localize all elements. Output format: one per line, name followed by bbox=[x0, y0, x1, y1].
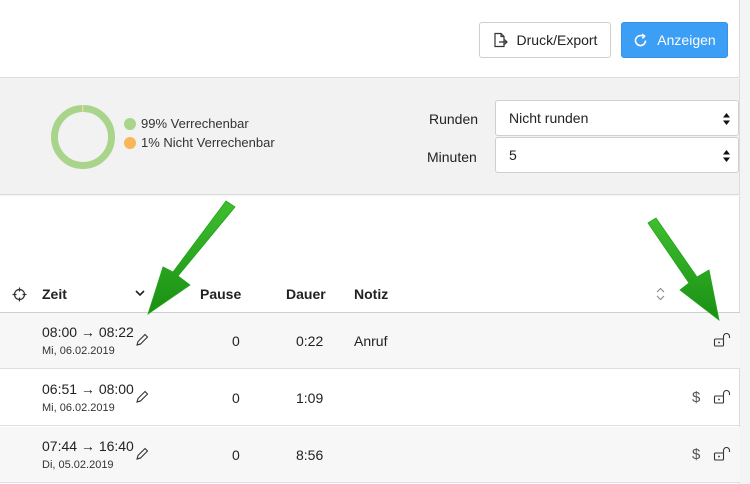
column-header-notiz[interactable]: Notiz bbox=[354, 286, 388, 302]
minutes-select-value: 5 bbox=[509, 147, 517, 163]
legend-label-non-billable: 1% Nicht Verrechenbar bbox=[141, 135, 275, 150]
column-header-dauer[interactable]: Dauer bbox=[286, 286, 326, 302]
toolbar: Druck/Export Anzeigen bbox=[0, 0, 740, 78]
rounding-select[interactable]: Nicht runden bbox=[495, 100, 739, 136]
legend-item-billable: 99% Verrechenbar bbox=[124, 116, 249, 131]
column-header-pause[interactable]: Pause bbox=[200, 286, 241, 302]
unlock-icon[interactable] bbox=[713, 333, 731, 347]
crosshair-icon[interactable] bbox=[12, 287, 27, 302]
export-button-label: Druck/Export bbox=[516, 32, 598, 48]
legend-dot-non-billable bbox=[124, 136, 136, 149]
minutes-select[interactable]: 5 bbox=[495, 137, 739, 173]
duration-value: 8:56 bbox=[296, 447, 324, 463]
note-value: Anruf bbox=[354, 333, 388, 349]
export-button[interactable]: Druck/Export bbox=[479, 22, 611, 58]
dollar-icon[interactable]: $ bbox=[692, 389, 700, 406]
select-arrows-icon bbox=[723, 113, 730, 125]
entry-date: Di, 05.02.2019 bbox=[42, 459, 114, 471]
time-range: 06:51 → 08:00 bbox=[42, 381, 134, 397]
column-header-zeit[interactable]: Zeit bbox=[42, 286, 67, 302]
dollar-icon[interactable]: $ bbox=[692, 446, 700, 463]
duration-value: 0:22 bbox=[296, 333, 324, 349]
select-arrows-icon bbox=[723, 150, 730, 162]
pause-value: 0 bbox=[232, 447, 240, 463]
table-row[interactable]: 07:44 → 16:40 Di, 05.02.2019 0 8:56 $ bbox=[0, 427, 740, 483]
legend-item-non-billable: 1% Nicht Verrechenbar bbox=[124, 135, 275, 150]
summary-panel: 99% Verrechenbar 1% Nicht Verrechenbar R… bbox=[0, 79, 740, 195]
entry-date: Mi, 06.02.2019 bbox=[42, 402, 115, 414]
sort-icon[interactable] bbox=[656, 286, 665, 302]
export-icon bbox=[493, 32, 508, 48]
rounding-label: Runden bbox=[429, 111, 479, 127]
pencil-icon[interactable] bbox=[135, 447, 149, 461]
table-row[interactable]: 08:00 → 08:22 Mi, 06.02.2019 0 0:22 Anru… bbox=[0, 313, 740, 369]
pause-value: 0 bbox=[232, 333, 240, 349]
legend-dot-billable bbox=[124, 117, 136, 130]
pencil-icon[interactable] bbox=[135, 333, 149, 347]
rounding-select-value: Nicht runden bbox=[509, 110, 589, 126]
unlock-icon[interactable] bbox=[713, 390, 731, 404]
pencil-icon[interactable] bbox=[135, 390, 149, 404]
show-button-label: Anzeigen bbox=[657, 32, 716, 48]
entry-date: Mi, 06.02.2019 bbox=[42, 345, 115, 357]
refresh-icon bbox=[635, 33, 647, 46]
pause-value: 0 bbox=[232, 390, 240, 406]
time-range: 08:00 → 08:22 bbox=[42, 324, 134, 340]
legend-label-billable: 99% Verrechenbar bbox=[141, 116, 249, 131]
duration-value: 1:09 bbox=[296, 390, 324, 406]
time-entries-table: Zeit Pause Dauer Notiz 08:00 → 08:22 Mi,… bbox=[0, 196, 740, 484]
minutes-label: Minuten bbox=[427, 149, 477, 165]
unlock-icon[interactable] bbox=[713, 447, 731, 461]
time-range: 07:44 → 16:40 bbox=[42, 438, 134, 454]
billable-donut-chart bbox=[50, 105, 115, 169]
show-button[interactable]: Anzeigen bbox=[621, 22, 728, 58]
donut-billable-segment bbox=[50, 105, 115, 169]
chevron-down-icon[interactable] bbox=[135, 290, 145, 297]
table-row[interactable]: 06:51 → 08:00 Mi, 06.02.2019 0 1:09 $ bbox=[0, 370, 740, 426]
